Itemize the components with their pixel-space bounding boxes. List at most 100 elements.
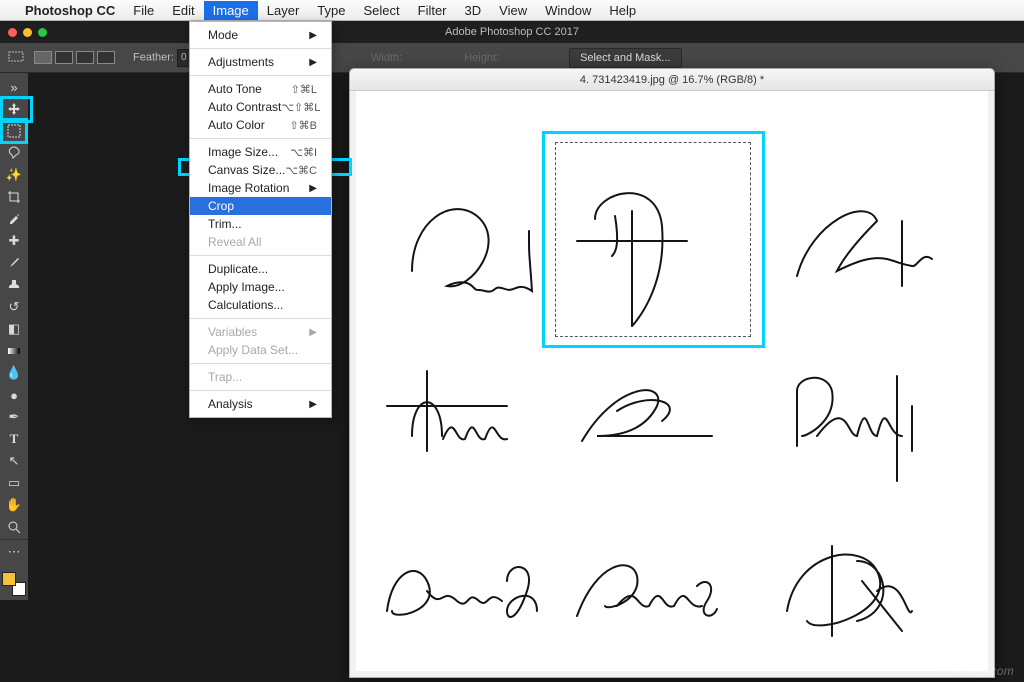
menu-trim[interactable]: Trim... (190, 215, 331, 233)
select-and-mask-button[interactable]: Select and Mask... (569, 48, 682, 68)
menu-separator (190, 363, 331, 364)
marquee-tool-icon[interactable] (3, 121, 25, 141)
document-canvas[interactable] (356, 91, 988, 671)
menu-variables: Variables▶ (190, 323, 331, 341)
tool-preset-icon[interactable] (6, 47, 28, 69)
zoom-tool-icon[interactable] (3, 517, 25, 537)
move-tool-icon[interactable] (3, 99, 25, 119)
toolbar: » ✨ ✚ ↺ ◧ 💧 ● ✒ T ↖ ▭ (0, 73, 28, 600)
menu-separator (190, 75, 331, 76)
submenu-arrow-icon: ▶ (309, 327, 317, 338)
select-add-icon[interactable] (55, 51, 73, 64)
menu-app[interactable]: Photoshop CC (16, 1, 124, 20)
menu-help[interactable]: Help (600, 1, 645, 20)
menu-separator (190, 390, 331, 391)
menu-crop[interactable]: Crop (190, 197, 331, 215)
menu-separator (190, 318, 331, 319)
toolbar-divider (0, 539, 28, 540)
menu-analysis[interactable]: Analysis▶ (190, 395, 331, 413)
height-label: Height: (464, 52, 499, 64)
blur-tool-icon[interactable]: 💧 (3, 363, 25, 383)
signature-6 (797, 376, 912, 481)
app-titlebar: Adobe Photoshop CC 2017 (0, 21, 1024, 43)
window-controls[interactable] (0, 28, 47, 37)
menu-separator (190, 48, 331, 49)
eyedropper-tool-icon[interactable] (3, 209, 25, 229)
submenu-arrow-icon: ▶ (309, 399, 317, 410)
menu-filter[interactable]: Filter (409, 1, 456, 20)
document-titlebar[interactable]: 4. 731423419.jpg @ 16.7% (RGB/8) * (350, 69, 994, 91)
menu-separator (190, 138, 331, 139)
menu-view[interactable]: View (490, 1, 536, 20)
submenu-arrow-icon: ▶ (309, 30, 317, 41)
signature-4 (387, 371, 507, 451)
menu-trap: Trap... (190, 368, 331, 386)
close-icon[interactable] (8, 28, 17, 37)
maximize-icon[interactable] (38, 28, 47, 37)
menu-adjustments[interactable]: Adjustments▶ (190, 53, 331, 71)
history-brush-tool-icon[interactable]: ↺ (3, 297, 25, 317)
menu-image-size[interactable]: Image Size...⌥⌘I (190, 143, 331, 161)
stamp-tool-icon[interactable] (3, 275, 25, 295)
menu-auto-color[interactable]: Auto Color⇧⌘B (190, 116, 331, 134)
double-arrow-icon[interactable]: » (3, 77, 25, 97)
pen-tool-icon[interactable]: ✒ (3, 407, 25, 427)
selection-mode-group (34, 51, 115, 64)
document-window: 4. 731423419.jpg @ 16.7% (RGB/8) * (349, 68, 995, 678)
document-title: 4. 731423419.jpg @ 16.7% (RGB/8) * (580, 74, 764, 86)
signature-5 (582, 390, 712, 441)
menu-type[interactable]: Type (308, 1, 354, 20)
menu-image[interactable]: Image (204, 1, 258, 20)
select-new-icon[interactable] (34, 51, 52, 64)
submenu-arrow-icon: ▶ (309, 183, 317, 194)
signature-7 (387, 567, 537, 617)
menu-layer[interactable]: Layer (258, 1, 309, 20)
eraser-tool-icon[interactable]: ◧ (3, 319, 25, 339)
menu-apply-data-set: Apply Data Set... (190, 341, 331, 359)
menu-calculations[interactable]: Calculations... (190, 296, 331, 314)
foreground-color[interactable] (2, 572, 16, 586)
select-intersect-icon[interactable] (97, 51, 115, 64)
gradient-tool-icon[interactable] (3, 341, 25, 361)
healing-brush-tool-icon[interactable]: ✚ (3, 231, 25, 251)
menu-auto-tone[interactable]: Auto Tone⇧⌘L (190, 80, 331, 98)
lasso-tool-icon[interactable] (3, 143, 25, 163)
menu-3d[interactable]: 3D (456, 1, 491, 20)
hand-tool-icon[interactable]: ✋ (3, 495, 25, 515)
select-subtract-icon[interactable] (76, 51, 94, 64)
submenu-arrow-icon: ▶ (309, 57, 317, 68)
selection-marquee (555, 142, 751, 337)
signature-8 (577, 565, 717, 616)
color-swatches[interactable] (2, 572, 26, 596)
dodge-tool-icon[interactable]: ● (3, 385, 25, 405)
crop-tool-icon[interactable] (3, 187, 25, 207)
image-menu-dropdown: Mode▶ Adjustments▶ Auto Tone⇧⌘L Auto Con… (189, 21, 332, 418)
menu-auto-contrast[interactable]: Auto Contrast⌥⇧⌘L (190, 98, 331, 116)
menu-duplicate[interactable]: Duplicate... (190, 260, 331, 278)
minimize-icon[interactable] (23, 28, 32, 37)
mac-menubar: Photoshop CC File Edit Image Layer Type … (0, 0, 1024, 21)
path-selection-tool-icon[interactable]: ↖ (3, 451, 25, 471)
menu-apply-image[interactable]: Apply Image... (190, 278, 331, 296)
menu-reveal-all: Reveal All (190, 233, 331, 251)
workspace: » ✨ ✚ ↺ ◧ 💧 ● ✒ T ↖ ▭ (0, 73, 1024, 682)
shape-tool-icon[interactable]: ▭ (3, 473, 25, 493)
brush-tool-icon[interactable] (3, 253, 25, 273)
menu-file[interactable]: File (124, 1, 163, 20)
type-tool-icon[interactable]: T (3, 429, 25, 449)
menu-window[interactable]: Window (536, 1, 600, 20)
signature-3 (797, 211, 932, 286)
app-title: Adobe Photoshop CC 2017 (445, 26, 579, 38)
menu-select[interactable]: Select (354, 1, 408, 20)
menu-separator (190, 255, 331, 256)
edit-toolbar-icon[interactable]: ⋯ (3, 542, 25, 562)
menu-edit[interactable]: Edit (163, 1, 203, 20)
signature-1 (412, 209, 532, 291)
menu-image-rotation[interactable]: Image Rotation▶ (190, 179, 331, 197)
watermark: user-life.com (942, 664, 1014, 678)
signature-9 (787, 546, 912, 636)
width-label: Width: (371, 52, 402, 64)
menu-canvas-size[interactable]: Canvas Size...⌥⌘C (190, 161, 331, 179)
magic-wand-tool-icon[interactable]: ✨ (3, 165, 25, 185)
menu-mode[interactable]: Mode▶ (190, 26, 331, 44)
